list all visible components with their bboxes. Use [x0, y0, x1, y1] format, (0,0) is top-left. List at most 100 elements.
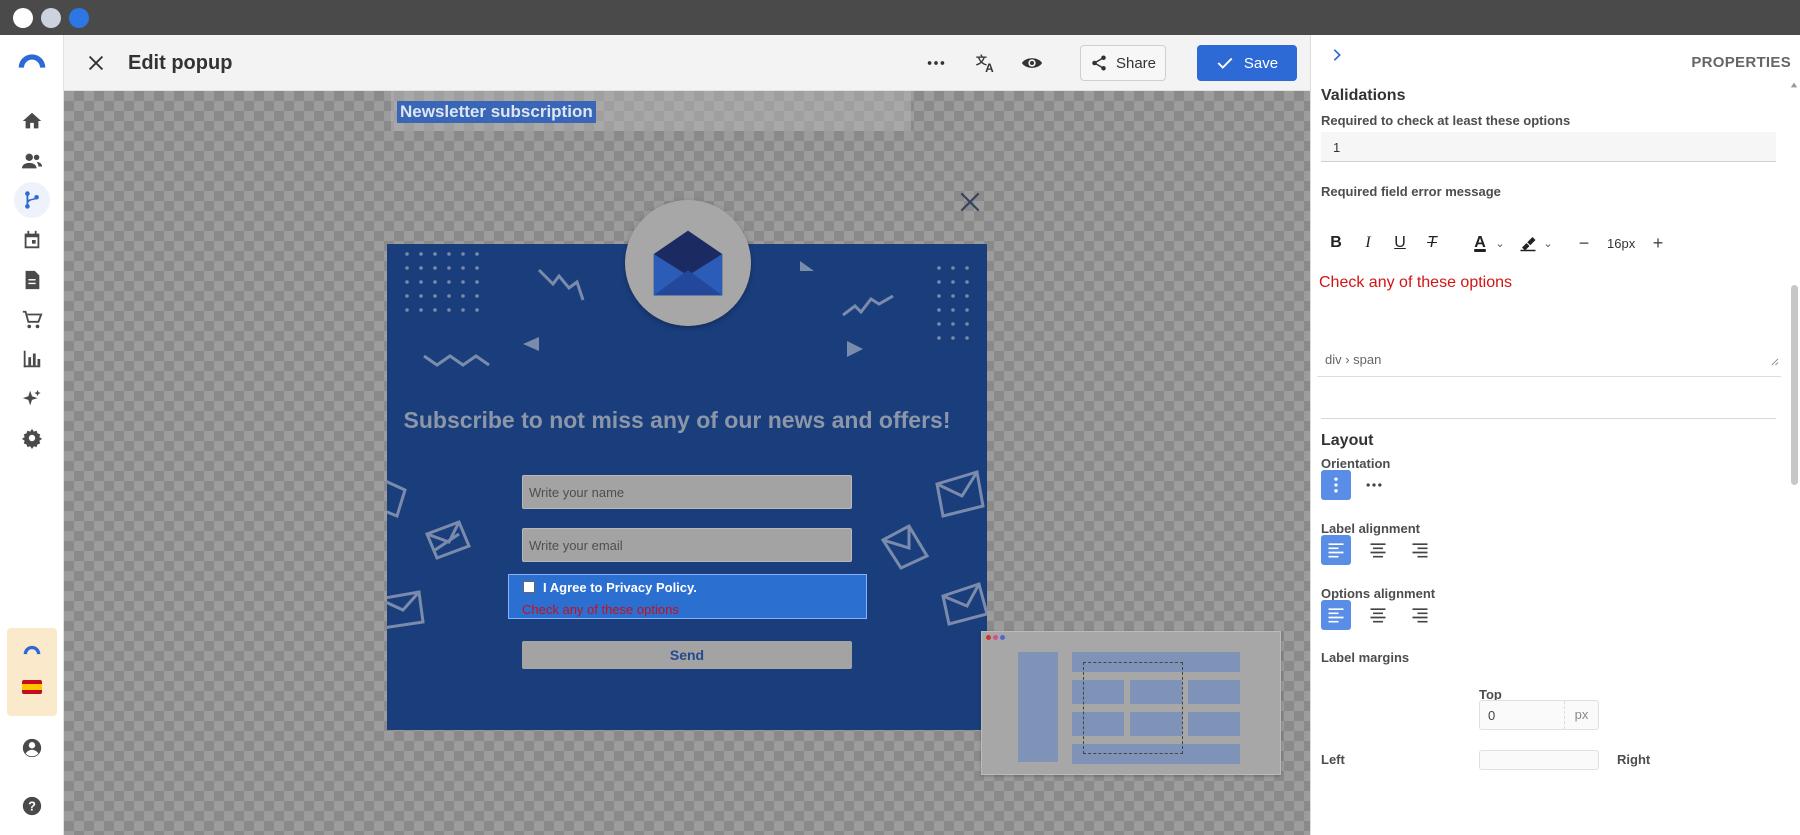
- save-button[interactable]: Save: [1197, 45, 1297, 81]
- window-titlebar: [0, 0, 1800, 35]
- window-maximize-dot[interactable]: [69, 8, 89, 28]
- settings-gear-icon[interactable]: [14, 420, 50, 456]
- more-options-icon[interactable]: [922, 49, 950, 77]
- popup-close-icon[interactable]: [957, 189, 983, 215]
- margin-top-value[interactable]: 0: [1488, 708, 1495, 723]
- error-message-editor[interactable]: Check any of these options div › span: [1317, 267, 1781, 377]
- min-options-input[interactable]: 1: [1321, 132, 1776, 162]
- scroll-up-icon[interactable]: [1790, 81, 1798, 89]
- options-align-left-button[interactable]: [1321, 600, 1351, 630]
- label-align-left-button[interactable]: [1321, 535, 1351, 565]
- document-icon[interactable]: [14, 262, 50, 298]
- options-alignment-label: Options alignment: [1321, 586, 1436, 601]
- label-margins-label: Label margins: [1321, 650, 1410, 665]
- margin-top-input[interactable]: 0 px: [1479, 700, 1599, 730]
- page-title: Edit popup: [128, 52, 233, 74]
- min-options-label: Required to check at least these options: [1321, 113, 1571, 128]
- rich-text-toolbar: B I U T A ⌄ ⌄ − 16px +: [1321, 222, 1776, 262]
- selected-element-label[interactable]: Newsletter subscription: [397, 101, 596, 123]
- close-editor-icon[interactable]: [82, 49, 110, 77]
- label-align-center-button[interactable]: [1363, 535, 1393, 565]
- options-align-right-button[interactable]: [1405, 600, 1435, 630]
- orientation-label: Orientation: [1321, 456, 1391, 471]
- properties-header: PROPERTIES: [1311, 35, 1800, 91]
- privacy-label: I Agree to Privacy Policy.: [543, 580, 697, 595]
- canvas-minimap[interactable]: [981, 631, 1281, 775]
- label-alignment-label: Label alignment: [1321, 521, 1420, 536]
- resize-handle-icon[interactable]: [1770, 357, 1779, 366]
- left-nav: ?: [0, 35, 64, 835]
- check-icon: [1217, 57, 1233, 69]
- app: ? Edit popup 文A Share Save Newsletter su…: [0, 35, 1800, 835]
- calendar-icon[interactable]: [14, 222, 50, 258]
- privacy-error-message: Check any of these options: [522, 602, 679, 617]
- share-icon: [1092, 55, 1106, 71]
- vertical-dots-icon: [1334, 477, 1338, 493]
- text-color-chevron-down-icon[interactable]: ⌄: [1489, 232, 1511, 254]
- error-message-text[interactable]: Check any of these options: [1319, 274, 1512, 292]
- section-divider: [1321, 418, 1776, 419]
- account-icon[interactable]: [14, 730, 50, 766]
- chevron-right-icon[interactable]: [1329, 47, 1345, 63]
- ai-sparkle-icon[interactable]: [14, 381, 50, 417]
- highlight-color-icon[interactable]: [1517, 232, 1539, 254]
- font-size-decrease-icon[interactable]: −: [1573, 232, 1595, 254]
- svg-text:?: ?: [28, 799, 36, 814]
- italic-icon[interactable]: I: [1357, 232, 1379, 254]
- align-right-icon: [1412, 543, 1428, 558]
- envelope-icon: [653, 230, 723, 296]
- bold-icon[interactable]: B: [1325, 232, 1347, 254]
- orientation-vertical-button[interactable]: [1321, 470, 1351, 500]
- properties-title: PROPERTIES: [1691, 54, 1791, 71]
- properties-panel: PROPERTIES Validations Required to check…: [1310, 35, 1800, 835]
- font-size-value[interactable]: 16px: [1607, 236, 1635, 251]
- share-button[interactable]: Share: [1080, 45, 1166, 81]
- options-align-center-button[interactable]: [1363, 600, 1393, 630]
- send-button[interactable]: Send: [522, 641, 852, 669]
- layout-heading: Layout: [1321, 432, 1374, 449]
- reports-icon[interactable]: [14, 341, 50, 377]
- clear-format-icon[interactable]: T: [1421, 232, 1443, 254]
- highlight-chevron-down-icon[interactable]: ⌄: [1537, 232, 1559, 254]
- window-close-dot[interactable]: [13, 8, 33, 28]
- preview-eye-icon[interactable]: [1018, 49, 1046, 77]
- editor-toolbar: Edit popup 文A Share Save: [64, 35, 1310, 91]
- envelope-badge: [625, 200, 751, 326]
- popup-headline: Subscribe to not miss any of our news an…: [403, 407, 951, 433]
- horizontal-dots-icon: [1366, 483, 1382, 487]
- translate-icon[interactable]: 文A: [972, 49, 1000, 77]
- margin-right-label: Right: [1617, 752, 1651, 767]
- cart-icon[interactable]: [14, 302, 50, 338]
- align-right-icon: [1412, 608, 1428, 623]
- margin-left-input[interactable]: [1479, 750, 1599, 770]
- logo-icon[interactable]: [14, 43, 50, 79]
- font-size-increase-icon[interactable]: +: [1647, 232, 1669, 254]
- align-left-icon: [1328, 543, 1344, 558]
- share-label: Share: [1115, 54, 1157, 72]
- email-input[interactable]: Write your email: [522, 528, 852, 562]
- privacy-checkbox[interactable]: [523, 581, 535, 593]
- orientation-horizontal-button[interactable]: [1359, 470, 1389, 500]
- label-align-right-button[interactable]: [1405, 535, 1435, 565]
- align-center-icon: [1370, 608, 1386, 623]
- window-minimize-dot[interactable]: [41, 8, 61, 28]
- home-icon[interactable]: [14, 103, 50, 139]
- promo-card[interactable]: [7, 628, 57, 716]
- name-input[interactable]: Write your name: [522, 475, 852, 509]
- help-icon[interactable]: ?: [14, 788, 50, 824]
- text-color-icon[interactable]: A: [1469, 232, 1491, 254]
- underline-icon[interactable]: U: [1389, 232, 1411, 254]
- margin-top-unit: px: [1564, 701, 1598, 729]
- spain-flag-icon[interactable]: [22, 680, 42, 694]
- element-breadcrumb[interactable]: div › span: [1325, 352, 1381, 367]
- privacy-checkbox-block[interactable]: I Agree to Privacy Policy. Check any of …: [508, 574, 867, 619]
- error-message-label: Required field error message: [1321, 184, 1501, 199]
- margin-left-label: Left: [1321, 752, 1345, 767]
- automation-icon[interactable]: [14, 182, 50, 218]
- align-left-icon: [1328, 608, 1344, 623]
- minimap-viewport: [1083, 662, 1183, 754]
- properties-scrollbar[interactable]: [1791, 285, 1798, 485]
- save-label: Save: [1243, 54, 1279, 72]
- contacts-icon[interactable]: [14, 143, 50, 179]
- editor-canvas[interactable]: Newsletter subscription Subscribe to not…: [64, 91, 1310, 835]
